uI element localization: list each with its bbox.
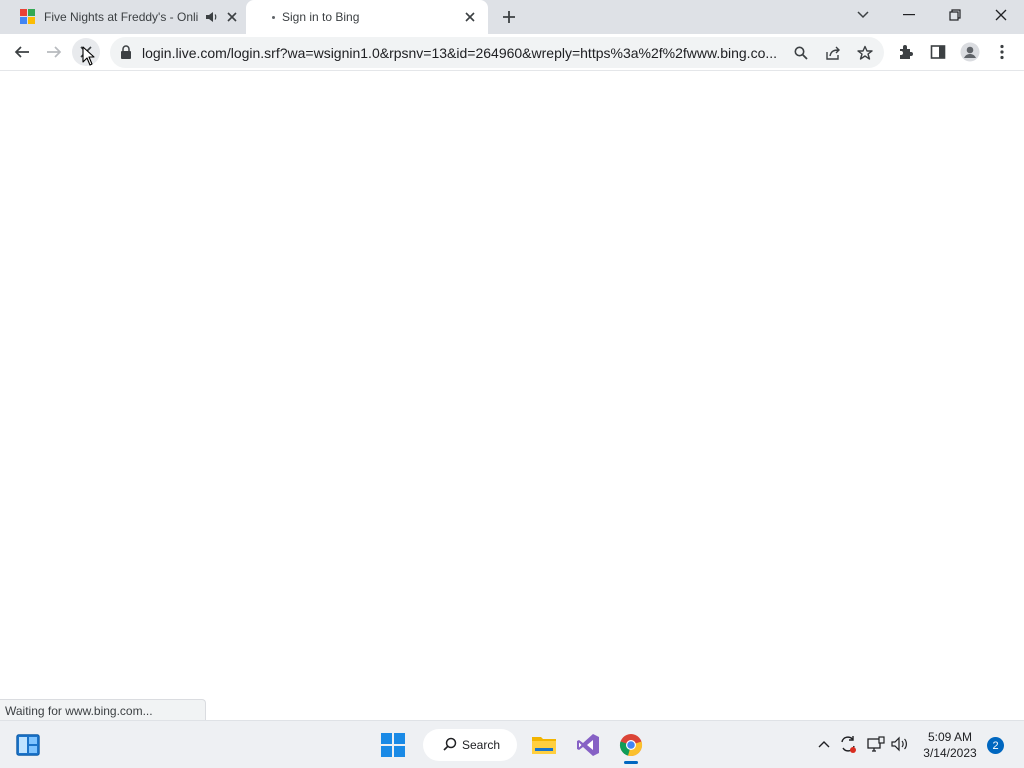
browser-toolbar: login.live.com/login.srf?wa=wsignin1.0&r… bbox=[0, 34, 1024, 71]
chevron-down-icon[interactable] bbox=[852, 6, 874, 24]
tab-strip: Five Nights at Freddy's - Onli Sign in t… bbox=[0, 0, 1024, 34]
url-text[interactable]: login.live.com/login.srf?wa=wsignin1.0&r… bbox=[142, 45, 786, 61]
windows-taskbar: Search 5:09 AM 3/14/2023 2 bbox=[0, 720, 1024, 768]
tab-five-nights[interactable]: Five Nights at Freddy's - Onli bbox=[8, 0, 246, 34]
minimize-button[interactable] bbox=[886, 0, 932, 30]
side-panel-icon[interactable] bbox=[924, 38, 952, 66]
widgets-icon[interactable] bbox=[8, 725, 48, 765]
clock-date: 3/14/2023 bbox=[923, 746, 977, 760]
new-tab-button[interactable] bbox=[498, 7, 520, 27]
active-app-indicator bbox=[624, 761, 638, 764]
tab-title: Five Nights at Freddy's - Onli bbox=[44, 10, 199, 24]
visual-studio-icon[interactable] bbox=[568, 725, 608, 765]
tab-sign-in-bing[interactable]: Sign in to Bing bbox=[246, 0, 488, 34]
windows-start-icon[interactable] bbox=[373, 725, 413, 765]
close-icon[interactable] bbox=[462, 9, 478, 25]
zoom-search-icon[interactable] bbox=[790, 42, 812, 64]
page-content bbox=[0, 71, 1024, 720]
status-bubble: Waiting for www.bing.com... bbox=[0, 699, 206, 720]
network-icon[interactable] bbox=[865, 733, 887, 755]
volume-icon[interactable] bbox=[889, 733, 911, 755]
restore-button[interactable] bbox=[932, 0, 978, 30]
bookmark-star-icon[interactable] bbox=[854, 42, 876, 64]
menu-kebab-icon[interactable] bbox=[988, 38, 1016, 66]
sync-alert-icon[interactable] bbox=[837, 733, 859, 755]
loading-icon bbox=[272, 16, 275, 19]
address-bar[interactable]: login.live.com/login.srf?wa=wsignin1.0&r… bbox=[110, 37, 884, 68]
clock-time: 5:09 AM bbox=[927, 730, 973, 744]
extensions-puzzle-icon[interactable] bbox=[892, 38, 920, 66]
search-icon bbox=[443, 737, 457, 754]
search-label: Search bbox=[462, 738, 501, 752]
share-icon[interactable] bbox=[822, 42, 844, 64]
file-explorer-icon[interactable] bbox=[524, 725, 564, 765]
close-icon[interactable] bbox=[224, 9, 240, 25]
close-window-button[interactable] bbox=[978, 0, 1024, 30]
chrome-icon[interactable] bbox=[611, 725, 651, 765]
profile-avatar-icon[interactable] bbox=[956, 38, 984, 66]
speaker-icon[interactable] bbox=[204, 9, 220, 25]
notification-badge[interactable]: 2 bbox=[987, 737, 1004, 754]
mouse-cursor-icon bbox=[82, 46, 96, 66]
system-clock[interactable]: 5:09 AM 3/14/2023 bbox=[912, 729, 988, 761]
screen: Five Nights at Freddy's - Onli Sign in t… bbox=[0, 0, 1024, 768]
games-grid-icon bbox=[20, 9, 36, 25]
back-button[interactable] bbox=[8, 38, 36, 66]
lock-icon[interactable] bbox=[120, 45, 134, 59]
taskbar-search-button[interactable]: Search bbox=[423, 729, 517, 761]
forward-button[interactable] bbox=[40, 38, 68, 66]
chevron-up-icon[interactable] bbox=[813, 733, 835, 755]
tab-title: Sign in to Bing bbox=[282, 10, 360, 24]
